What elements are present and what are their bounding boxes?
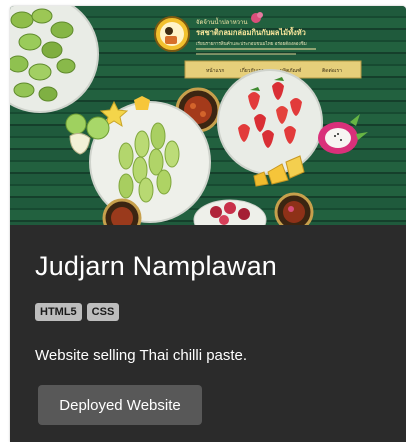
svg-text:จัดจ้านน้ำปลาหวาน: จัดจ้านน้ำปลาหวาน	[196, 16, 248, 26]
svg-text:เรียนรายการสินค้าและประกอบขนมไ: เรียนรายการสินค้าและประกอบขนมไทย อร่อยต้…	[196, 41, 307, 47]
site-header: จัดจ้านน้ำปลาหวาน รสชาติกลมกล่อมกินกับผล…	[154, 12, 316, 55]
project-description: Website selling Thai chilli paste.	[35, 347, 248, 364]
project-card: จัดจ้านน้ำปลาหวาน รสชาติกลมกล่อมกินกับผล…	[10, 6, 406, 442]
project-title: Judjarn Namplawan	[35, 251, 278, 281]
svg-text:หน้าแรก: หน้าแรก	[206, 67, 224, 74]
strawberry-plate	[217, 69, 323, 175]
deployed-website-button[interactable]: Deployed Website	[38, 385, 202, 425]
svg-text:รสชาติกลมกล่อมกินกับผลไม้ทั้งห: รสชาติกลมกล่อมกินกับผลไม้ทั้งหัว	[196, 26, 306, 37]
tech-tags: HTML5 CSS	[35, 303, 120, 321]
tag-html5: HTML5	[35, 303, 82, 321]
svg-text:ติดต่อเรา: ติดต่อเรา	[322, 67, 342, 74]
green-fruit-plate	[10, 6, 99, 113]
card-content: Judjarn Namplawan HTML5 CSS Website sell…	[10, 225, 406, 442]
project-preview-image: จัดจ้านน้ำปลาหวาน รสชาติกลมกล่อมกินกับผล…	[10, 6, 406, 225]
tag-css: CSS	[86, 303, 120, 321]
dragon-fruit	[318, 114, 368, 154]
